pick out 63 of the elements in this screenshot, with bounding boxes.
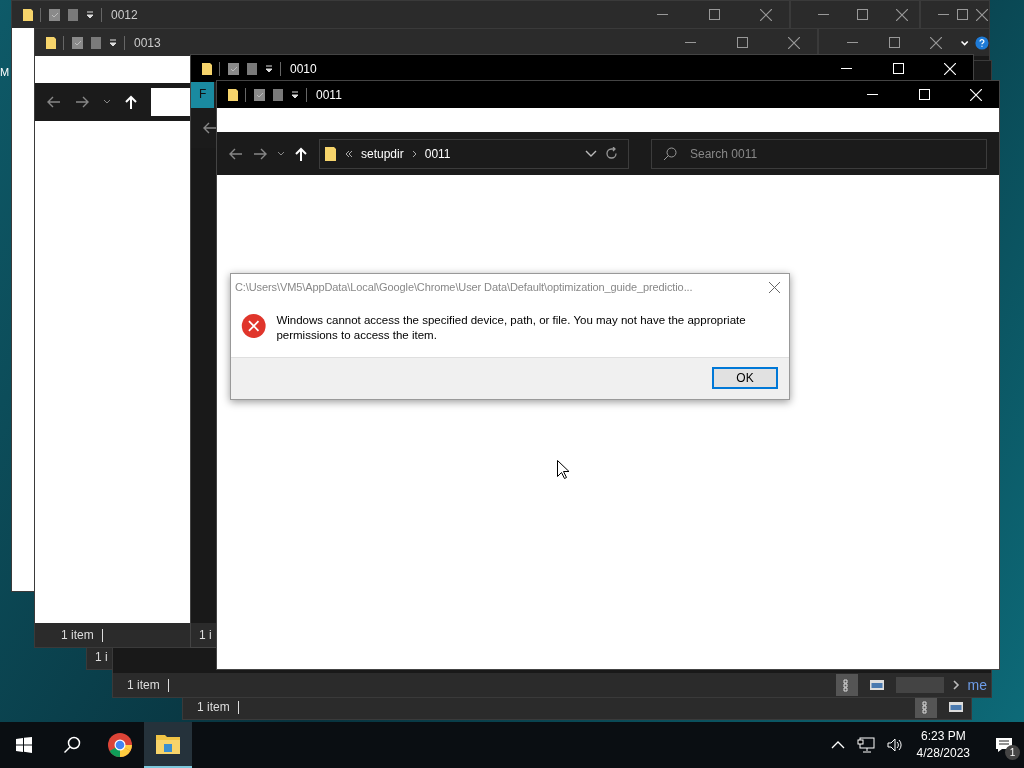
item-count: 1 i	[95, 650, 108, 664]
window-title: 0012	[111, 7, 138, 22]
double-chevron-icon[interactable]	[345, 149, 353, 158]
folder-icon	[324, 145, 337, 162]
folder-icon	[201, 61, 213, 76]
clock-date: 4/28/2023	[916, 745, 970, 762]
chevron-down-icon[interactable]	[585, 149, 597, 158]
address-bar[interactable]: setupdir 0011	[319, 138, 629, 169]
document-icon[interactable]	[272, 87, 284, 102]
properties-icon[interactable]	[71, 35, 84, 50]
window-title: 0011	[316, 87, 342, 102]
details-view-icon[interactable]	[915, 696, 937, 718]
item-count: 1 i	[199, 628, 212, 642]
search-field[interactable]: Search 0011	[651, 138, 987, 169]
dialog-title: C:\Users\VM5\AppData\Local\Google\Chrome\User Data\Default\optimization_guide_predictio...	[235, 281, 694, 293]
item-count: 1 item	[61, 628, 94, 642]
search-icon	[663, 146, 677, 161]
mouse-pointer-icon	[557, 460, 569, 479]
chevron-right-icon[interactable]	[951, 680, 960, 690]
breadcrumb-item[interactable]: 0011	[424, 146, 451, 161]
chevron-right-icon[interactable]	[411, 149, 417, 158]
clock[interactable]: 6:23 PM 4/28/2023	[916, 728, 970, 762]
dropdown-icon[interactable]	[264, 63, 274, 74]
up-arrow-icon[interactable]	[295, 146, 307, 161]
item-count: 1 item	[127, 678, 160, 692]
document-icon[interactable]	[67, 7, 79, 22]
item-count: 1 item	[197, 700, 230, 714]
link[interactable]: me	[967, 677, 987, 693]
back-arrow-icon[interactable]	[203, 122, 217, 134]
folder-icon	[227, 87, 239, 102]
window-title: 0010	[290, 61, 317, 76]
forward-arrow-icon[interactable]	[75, 96, 89, 108]
search-icon[interactable]	[63, 736, 81, 754]
folder-icon	[22, 7, 34, 22]
scroll-track	[895, 677, 944, 693]
desktop-icon-label[interactable]: M	[0, 66, 10, 78]
window-title: 0013	[134, 35, 161, 50]
breadcrumb-item[interactable]: setupdir	[361, 146, 404, 161]
up-arrow-icon[interactable]	[125, 95, 137, 109]
volume-icon[interactable]	[886, 738, 903, 752]
clock-time: 6:23 PM	[920, 728, 966, 745]
refresh-icon[interactable]	[605, 147, 618, 160]
ok-button[interactable]: OK	[712, 367, 778, 389]
dropdown-icon[interactable]	[85, 9, 95, 20]
forward-arrow-icon[interactable]	[253, 147, 267, 160]
document-icon[interactable]	[90, 35, 102, 50]
back-arrow-icon[interactable]	[229, 147, 243, 160]
dropdown-icon[interactable]	[290, 89, 300, 100]
network-icon[interactable]	[856, 737, 875, 753]
windows-logo-icon[interactable]	[16, 737, 32, 753]
notification-badge: 1	[1005, 745, 1020, 760]
file-explorer-taskbar-icon[interactable]	[144, 722, 192, 768]
details-view-icon[interactable]	[835, 674, 858, 696]
error-message: Windows cannot access the specified device, path, or file. You may not have the appropriate permissions to access the item.	[276, 313, 747, 343]
document-icon[interactable]	[246, 61, 258, 76]
dropdown-icon[interactable]	[108, 37, 118, 48]
folder-icon	[45, 35, 57, 50]
properties-icon[interactable]	[227, 61, 240, 76]
properties-icon[interactable]	[48, 7, 61, 22]
back-arrow-icon[interactable]	[47, 96, 61, 108]
properties-icon[interactable]	[253, 87, 266, 102]
file-tab[interactable]: F	[191, 82, 215, 108]
show-hidden-icons-icon[interactable]	[830, 740, 845, 750]
